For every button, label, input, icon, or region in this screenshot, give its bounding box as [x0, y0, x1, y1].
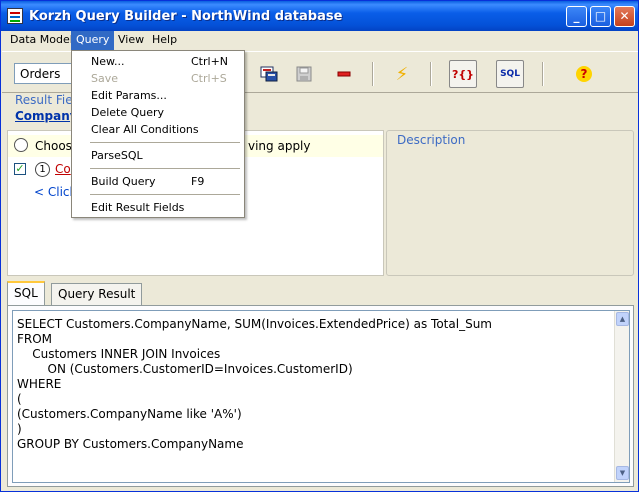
sql-line: WHERE — [17, 377, 62, 391]
window-title: Korzh Query Builder - NorthWind database — [29, 9, 343, 24]
build-query-icon[interactable]: ⚡ — [388, 60, 416, 88]
condition-link[interactable]: Co — [55, 162, 71, 176]
menu-item-label: Build Query — [91, 175, 156, 188]
sql-line: Customers INNER JOIN Invoices — [17, 347, 221, 361]
menu-item-edit-params[interactable]: Edit Params... — [73, 87, 243, 104]
result-fields-label: Result Fie — [15, 93, 73, 107]
menu-item-clear-conditions[interactable]: Clear All Conditions — [73, 121, 243, 138]
menu-data-model[interactable]: Data Model — [5, 31, 78, 50]
tab-sql[interactable]: SQL — [7, 281, 45, 306]
radio-button[interactable] — [14, 138, 28, 152]
menu-item-shortcut: Ctrl+S — [191, 72, 227, 85]
menu-query[interactable]: Query — [71, 31, 115, 50]
menu-separator — [90, 194, 240, 195]
menu-item-shortcut: F9 — [191, 175, 205, 188]
menu-item-label: Edit Result Fields — [91, 201, 185, 214]
toolbar-separator — [372, 62, 374, 86]
entity-combobox[interactable]: Orders — [14, 63, 74, 84]
app-icon — [7, 8, 23, 24]
sql-line: (Customers.CompanyName like 'A%') — [17, 407, 242, 421]
menu-item-label: Edit Params... — [91, 89, 167, 102]
sql-line: ( — [17, 392, 22, 406]
apply-text: ving apply — [248, 139, 311, 153]
condition-checkbox[interactable]: ✓ — [14, 163, 26, 175]
menu-item-label: New... — [91, 55, 125, 68]
scroll-up-arrow-icon[interactable]: ▲ — [616, 312, 629, 326]
sql-line: GROUP BY Customers.CompanyName — [17, 437, 244, 451]
menu-item-delete-query[interactable]: Delete Query — [73, 104, 243, 121]
menu-bar: Data Model Query View Help — [2, 31, 638, 50]
scroll-down-arrow-icon[interactable]: ▼ — [616, 466, 629, 480]
menu-item-edit-result-fields[interactable]: Edit Result Fields — [73, 199, 243, 216]
menu-item-label: Clear All Conditions — [91, 123, 199, 136]
close-button[interactable]: ✕ — [614, 6, 635, 27]
show-sql-icon[interactable]: SQL — [496, 60, 524, 88]
menu-item-parse-sql[interactable]: ParseSQL — [73, 147, 243, 164]
description-label: Description — [395, 133, 468, 147]
vertical-scrollbar[interactable]: ▲ ▼ — [614, 311, 629, 482]
result-field-company[interactable]: Company — [15, 109, 78, 123]
sql-line: SELECT Customers.CompanyName, SUM(Invoic… — [17, 317, 492, 331]
maximize-button[interactable]: □ — [590, 6, 611, 27]
minimize-button[interactable]: _ — [566, 6, 587, 27]
edit-params-icon[interactable]: ?{} — [449, 60, 477, 88]
menu-separator — [90, 142, 240, 143]
menu-item-label: Save — [91, 72, 119, 85]
sql-line: FROM — [17, 332, 53, 346]
data-model-icon[interactable] — [255, 60, 283, 88]
help-icon-glyph: ? — [576, 66, 592, 82]
sql-line: ) — [17, 422, 22, 436]
menu-view[interactable]: View — [113, 31, 149, 50]
menu-item-build-query[interactable]: Build Query F9 — [73, 173, 243, 190]
menu-item-label: Delete Query — [91, 106, 165, 119]
tab-query-result[interactable]: Query Result — [51, 283, 143, 305]
app-window: Korzh Query Builder - NorthWind database… — [0, 0, 639, 492]
toolbar-separator — [542, 62, 544, 86]
choose-text: Choos — [35, 139, 72, 153]
sql-text-area[interactable]: SELECT Customers.CompanyName, SUM(Invoic… — [12, 310, 630, 483]
query-menu-dropdown: New... Ctrl+N Save Ctrl+S Edit Params...… — [71, 50, 245, 218]
tab-content: SELECT Customers.CompanyName, SUM(Invoic… — [7, 305, 634, 487]
title-bar[interactable]: Korzh Query Builder - NorthWind database… — [1, 1, 638, 31]
menu-item-shortcut: Ctrl+N — [191, 55, 229, 68]
menu-separator — [90, 168, 240, 169]
menu-item-save: Save Ctrl+S — [73, 70, 243, 87]
help-icon[interactable]: ? — [570, 60, 598, 88]
menu-item-label: ParseSQL — [91, 149, 143, 162]
toolbar-separator — [430, 62, 432, 86]
description-panel: Description — [386, 130, 634, 276]
menu-help[interactable]: Help — [147, 31, 182, 50]
condition-number: 1 — [35, 162, 50, 177]
menu-item-new[interactable]: New... Ctrl+N — [73, 53, 243, 70]
save-icon[interactable] — [290, 60, 318, 88]
delete-condition-icon[interactable] — [330, 60, 358, 88]
sql-line: ON (Customers.CustomerID=Invoices.Custom… — [17, 362, 353, 376]
